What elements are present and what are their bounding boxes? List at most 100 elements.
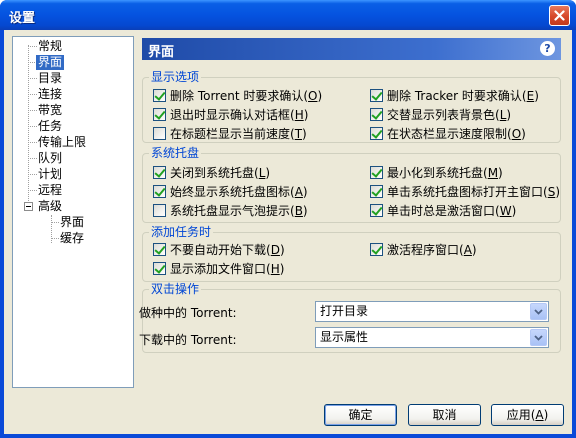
checkbox-box[interactable] xyxy=(370,127,383,140)
tree-item-bandwidth[interactable]: 带宽 xyxy=(36,103,64,118)
checkbox-box[interactable] xyxy=(153,89,166,102)
confirm-exit-checkbox[interactable]: 退出时显示确认对话框(H) xyxy=(153,107,308,122)
checkbox-label-end: ) xyxy=(303,107,309,122)
accelerator-key: E xyxy=(526,88,535,103)
speed-limit-in-statusbar-checkbox[interactable]: 在状态栏显示速度限制(O) xyxy=(370,126,526,141)
checkbox-box[interactable] xyxy=(370,108,383,121)
dialog-client: 常规 界面 目录 连接 带宽 任务 传输上限 队列 计划 远程 高级 界面 缓存… xyxy=(4,30,572,434)
tree-item-transfer-cap[interactable]: 传输上限 xyxy=(36,135,88,150)
checkbox-label-end: ) xyxy=(302,203,308,218)
accelerator-key: O xyxy=(308,88,318,103)
downloading-action-label: 下载中的 Torrent: xyxy=(139,333,237,347)
downloading-action-select[interactable]: 显示属性 xyxy=(315,327,549,348)
collapse-toggle[interactable] xyxy=(24,202,33,211)
tray-balloon-tips-checkbox[interactable]: 系统托盘显示气泡提示(B) xyxy=(153,203,308,218)
title-bar[interactable]: 设置 xyxy=(0,0,576,30)
checkbox-label-end: ) xyxy=(265,165,271,180)
tree-item-advanced-interface[interactable]: 界面 xyxy=(58,215,86,230)
checkbox-label-end: ) xyxy=(302,126,307,141)
confirm-delete-torrent-checkbox[interactable]: 删除 Torrent 时要求确认(O) xyxy=(153,88,322,103)
always-activate-window-checkbox[interactable]: 单击时总是激活窗口(W) xyxy=(370,203,516,218)
panel-title: 界面 xyxy=(148,45,175,60)
checkbox-box[interactable] xyxy=(153,262,166,275)
checkbox-box[interactable] xyxy=(370,204,383,217)
confirm-delete-tracker-checkbox[interactable]: 删除 Tracker 时要求确认(E) xyxy=(370,88,539,103)
tree-item-remote[interactable]: 远程 xyxy=(36,183,64,198)
settings-tree[interactable]: 常规 界面 目录 连接 带宽 任务 传输上限 队列 计划 远程 高级 界面 缓存 xyxy=(12,36,134,388)
checkbox-label-end: ) xyxy=(521,126,526,141)
checkbox-box[interactable] xyxy=(370,89,383,102)
alternate-row-color-checkbox[interactable]: 交替显示列表背景色(L) xyxy=(370,107,511,122)
checkbox-label: 始终显示系统托盘图标( xyxy=(170,185,295,199)
checkbox-box[interactable] xyxy=(153,127,166,140)
seeding-action-label: 做种中的 Torrent: xyxy=(139,306,237,320)
checkbox-label: 在标题栏显示当前速度( xyxy=(170,127,295,141)
group-add-task: 添加任务时 不要自动开始下载(D) 激活程序窗口(A) 显示添加文件窗口(H) xyxy=(142,225,561,282)
close-button[interactable] xyxy=(549,5,570,26)
minimize-to-tray-checkbox[interactable]: 最小化到系统托盘(M) xyxy=(370,165,503,180)
accelerator-key: O xyxy=(511,126,522,141)
tree-item-general[interactable]: 常规 xyxy=(36,39,64,54)
accelerator-key: A xyxy=(294,184,303,199)
close-to-tray-checkbox[interactable]: 关闭到系统托盘(L) xyxy=(153,165,270,180)
dropdown-button[interactable] xyxy=(530,303,547,320)
group-double-click: 双击操作 做种中的 Torrent: 打开目录 下载中的 Torrent: 显示… xyxy=(139,282,561,353)
chevron-down-icon xyxy=(534,308,543,315)
single-click-open-checkbox[interactable]: 单击系统托盘图标打开主窗口(S) xyxy=(370,184,560,199)
accelerator-key: T xyxy=(294,126,303,141)
tree-item-scheduler[interactable]: 计划 xyxy=(36,167,64,182)
ok-button[interactable]: 确定 xyxy=(324,404,397,426)
checkbox-box[interactable] xyxy=(153,185,166,198)
checkbox-box[interactable] xyxy=(153,108,166,121)
show-add-file-window-checkbox[interactable]: 显示添加文件窗口(H) xyxy=(153,261,284,276)
always-show-tray-icon-checkbox[interactable]: 始终显示系统托盘图标(A) xyxy=(153,184,308,199)
checkbox-box[interactable] xyxy=(370,243,383,256)
cancel-button[interactable]: 取消 xyxy=(408,404,481,426)
close-icon xyxy=(554,10,565,21)
checkbox-box[interactable] xyxy=(370,185,383,198)
tree-item-interface[interactable]: 界面 xyxy=(36,55,65,70)
tree-item-connection[interactable]: 连接 xyxy=(36,87,64,102)
checkbox-label: 单击时总是激活窗口( xyxy=(387,204,500,218)
tree-item-cache[interactable]: 缓存 xyxy=(58,231,86,246)
chevron-down-icon xyxy=(534,334,543,341)
tree-item-directories[interactable]: 目录 xyxy=(36,71,64,86)
accelerator-key: B xyxy=(294,203,303,218)
checkbox-box[interactable] xyxy=(370,166,383,179)
accelerator-key: M xyxy=(487,165,499,180)
downloading-action-value: 显示属性 xyxy=(320,330,369,344)
checkbox-box[interactable] xyxy=(153,204,166,217)
speed-in-title-checkbox[interactable]: 在标题栏显示当前速度(T) xyxy=(153,126,307,141)
checkbox-label: 删除 Torrent 时要求确认( xyxy=(170,89,309,103)
group-system-tray: 系统托盘 关闭到系统托盘(L) 最小化到系统托盘(M) 始终显示系统托盘图标(A… xyxy=(142,146,561,223)
window-title: 设置 xyxy=(9,11,36,26)
checkbox-label-end: ) xyxy=(279,242,285,257)
checkbox-label: 最小化到系统托盘( xyxy=(387,166,488,180)
group-title: 系统托盘 xyxy=(149,146,202,160)
checkbox-label: 交替显示列表背景色( xyxy=(387,108,500,122)
checkbox-box[interactable] xyxy=(153,243,166,256)
checkbox-box[interactable] xyxy=(153,166,166,179)
checkbox-label: 在状态栏显示速度限制( xyxy=(387,127,512,141)
checkbox-label-end: ) xyxy=(498,165,503,180)
checkbox-label: 不要自动开始下载( xyxy=(170,243,271,257)
checkbox-label-end: ) xyxy=(534,88,539,103)
checkbox-label: 关闭到系统托盘( xyxy=(170,166,259,180)
dont-auto-start-checkbox[interactable]: 不要自动开始下载(D) xyxy=(153,242,285,257)
accelerator-key: L xyxy=(258,165,266,180)
settings-window: 设置 常规 界面 目录 连接 带宽 任务 传输上限 队列 计划 远程 高级 界面… xyxy=(0,0,576,438)
accelerator-key: L xyxy=(499,107,507,122)
seeding-action-select[interactable]: 打开目录 xyxy=(315,301,549,322)
help-icon[interactable]: ? xyxy=(540,41,555,56)
dropdown-button[interactable] xyxy=(530,329,547,346)
tree-item-queue[interactable]: 队列 xyxy=(36,151,64,166)
group-title: 添加任务时 xyxy=(149,225,214,239)
checkbox-label-end: ) xyxy=(279,261,285,276)
activate-window-checkbox[interactable]: 激活程序窗口(A) xyxy=(370,242,477,257)
tree-item-tasks[interactable]: 任务 xyxy=(36,119,64,134)
tree-item-advanced[interactable]: 高级 xyxy=(36,199,64,214)
accelerator-key: D xyxy=(270,242,280,257)
checkbox-label: 删除 Tracker 时要求确认( xyxy=(387,89,527,103)
apply-button[interactable]: 应用(A) xyxy=(491,404,564,426)
accelerator-key: A xyxy=(535,408,544,422)
